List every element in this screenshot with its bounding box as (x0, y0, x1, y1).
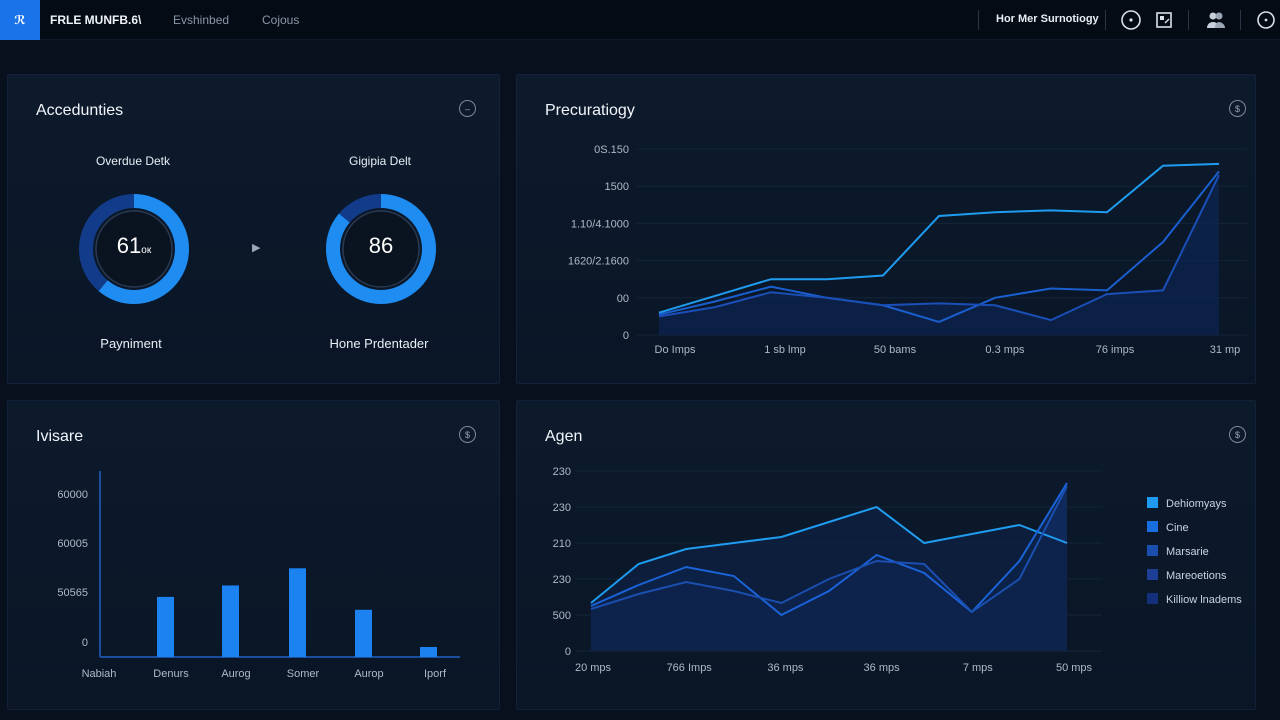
nav-link-reports[interactable]: Cojous (262, 13, 299, 27)
y-tick-label: 1620/2.1600 (568, 256, 629, 268)
bar (157, 596, 174, 657)
x-tick-label: 50 bams (874, 344, 917, 356)
x-tick-label: 0.3 mps (985, 344, 1025, 356)
overdue-debt-gauge: 61ок (74, 189, 194, 309)
users-icon[interactable] (1204, 8, 1228, 32)
x-tick-label: Do Imps (655, 344, 696, 356)
y-tick-label: 1.10/4.1000 (571, 218, 629, 230)
gauge-label: Overdue Detk (95, 154, 171, 168)
y-tick-label: 230 (553, 466, 571, 478)
gigipia-debt-gauge: 86 (321, 189, 441, 309)
x-tick-label: 76 imps (1096, 344, 1135, 356)
line-chart: 0001620/2.16001.10/4.100015000S.150Do Im… (568, 144, 1247, 356)
gauge-caption: Hone Prdentader (329, 336, 429, 351)
y-tick-label: 0 (623, 330, 629, 342)
legend-item[interactable]: Marsarie (1147, 545, 1209, 558)
legend-label: Dehiomyays (1166, 498, 1227, 510)
legend-label: Mareoetions (1166, 570, 1227, 582)
bar (420, 646, 437, 657)
divider (1240, 10, 1241, 30)
x-tick-label: 50 mps (1056, 662, 1093, 674)
y-tick-label: 50565 (57, 587, 88, 599)
y-tick-label: 210 (553, 538, 571, 550)
legend-item[interactable]: Cine (1147, 521, 1189, 534)
gauge-value: 61ок (116, 233, 152, 258)
divider (978, 10, 979, 30)
bar (289, 568, 306, 657)
x-tick-label: 766 Imps (667, 662, 713, 674)
gauge-value: 86 (368, 233, 394, 258)
legend-item[interactable]: Killiow lnadems (1147, 593, 1242, 606)
x-tick-label: 36 mps (767, 662, 804, 674)
legend-label: Killiow lnadems (1166, 594, 1242, 606)
x-tick-label: 1 sb lmp (764, 344, 806, 356)
x-tick-label: 31 mp (1210, 344, 1241, 356)
legend-label: Marsarie (1166, 546, 1209, 558)
precuratiogy-panel: Precuratiogy $ 0 00 1620/2.1600 1.10/4.1000… (516, 74, 1256, 384)
y-tick-label: 60000 (57, 489, 88, 501)
bar (355, 609, 372, 657)
legend-item[interactable]: Dehiomyays (1147, 497, 1227, 510)
y-tick-label: 00 (617, 293, 629, 305)
legend-swatch (1147, 497, 1158, 508)
y-tick-label: 230 (553, 502, 571, 514)
x-tick-label: Aurog (221, 668, 250, 680)
legend-item[interactable]: Mareoetions (1147, 569, 1227, 582)
gauge-label: Gigipia Delt (348, 154, 412, 168)
legend-swatch (1147, 521, 1158, 532)
x-tick-label: Denurs (153, 668, 189, 680)
calendar-icon[interactable] (1152, 8, 1176, 32)
area-chart: 0 500 230 210 230 230 20 mps 766 Imps 36 mps 36 m… (553, 466, 1102, 674)
legend-swatch (1147, 593, 1158, 604)
agen-panel: Agen $ 0 500 230 210 230 230 20 mps 766 Imps 36 … (516, 400, 1256, 710)
x-tick-label: 36 mps (864, 662, 901, 674)
legend-swatch (1147, 545, 1158, 556)
bar-chart: 0 50565 60005 60000 Nabiah Denurs Aurog Somer Au… (57, 471, 460, 680)
divider (1105, 10, 1106, 30)
nav-link-dashboard[interactable]: Evshinbed (173, 13, 229, 27)
app-title: FRLE MUNFB.6\ (50, 13, 142, 27)
y-tick-label: 0 (82, 637, 88, 649)
y-tick-label: 1500 (605, 181, 629, 193)
user-name[interactable]: Hor Mer Surnotiogy (996, 13, 1099, 25)
x-tick-label: Somer (287, 668, 320, 680)
clock-icon[interactable] (1119, 8, 1143, 32)
gauge-caption: Payniment (100, 336, 162, 351)
ivisare-panel: Ivisare $ 0 50565 60005 60000 Nabiah Denurs Au… (7, 400, 500, 710)
power-icon[interactable] (1254, 8, 1278, 32)
accedunties-panel: Accedunties – Overdue Detk 61ок Paynimen… (7, 74, 500, 384)
legend-swatch (1147, 569, 1158, 580)
y-tick-label: 0 (565, 646, 571, 658)
y-tick-label: 0S.150 (594, 144, 629, 156)
bar (222, 585, 239, 657)
arrow-right-icon[interactable]: ▶ (252, 241, 260, 254)
x-tick-label: 20 mps (575, 662, 612, 674)
y-tick-label: 500 (553, 610, 571, 622)
x-tick-label: Aurop (354, 668, 383, 680)
y-tick-label: 230 (553, 574, 571, 586)
divider (1188, 10, 1189, 30)
panel-menu-icon[interactable]: – (459, 100, 476, 117)
x-tick-label: Nabiah (82, 668, 117, 680)
currency-icon[interactable]: $ (1229, 426, 1246, 443)
y-tick-label: 60005 (57, 538, 88, 550)
x-tick-label: 7 mps (963, 662, 993, 674)
x-tick-label: Iporf (424, 668, 447, 680)
app-logo[interactable]: ℛ (0, 0, 40, 40)
legend-label: Cine (1166, 522, 1189, 534)
top-bar: ℛ FRLE MUNFB.6\ Evshinbed Cojous Hor Mer… (0, 0, 1280, 40)
series-area (659, 175, 1219, 335)
panel-title: Accedunties (36, 102, 124, 119)
